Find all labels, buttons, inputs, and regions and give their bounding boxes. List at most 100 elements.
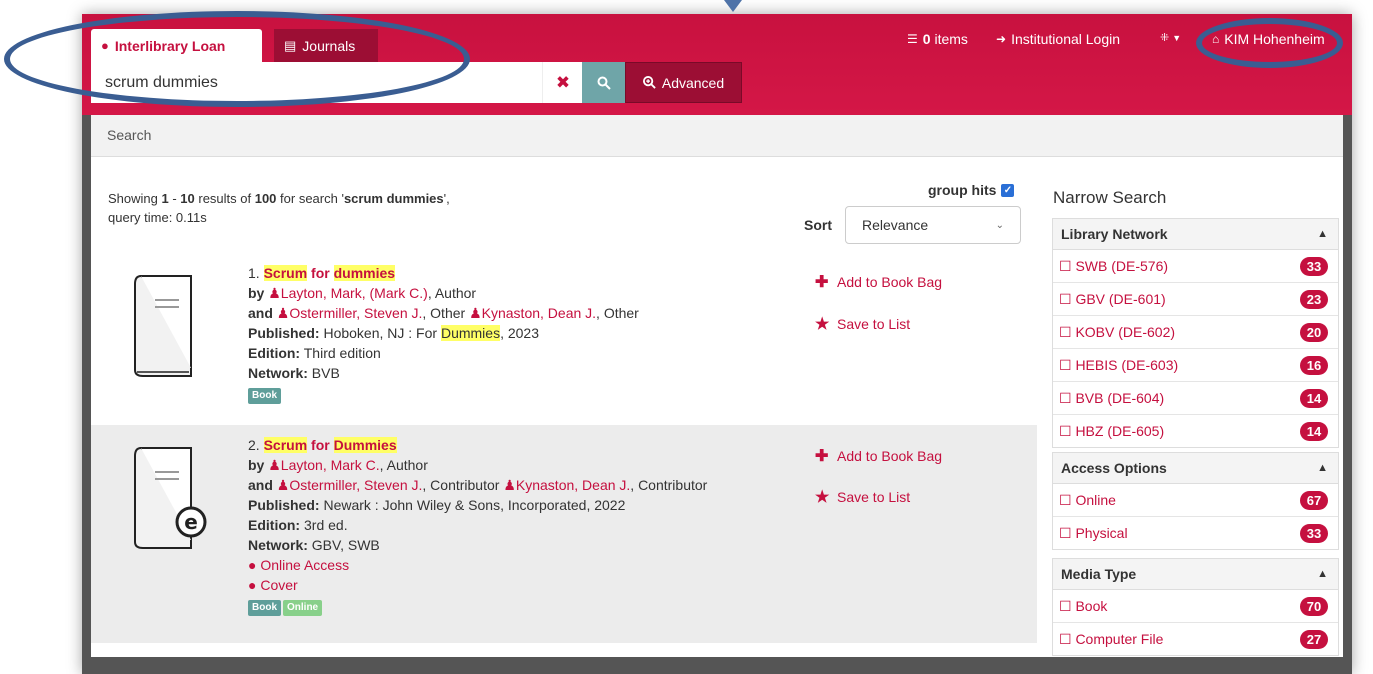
result-item-1: 1. Scrum for dummies by ♟Layton, Mark, (…: [248, 263, 793, 404]
save-to-list-button[interactable]: ★ Save to List: [815, 487, 910, 507]
save-to-list-button[interactable]: ★ Save to List: [815, 314, 910, 334]
author-role: , Author: [427, 285, 477, 301]
star-icon: ★: [815, 489, 830, 506]
result-item-2: 2. Scrum for Dummies by ♟Layton, Mark C.…: [248, 435, 808, 616]
list-icon: ☰: [907, 32, 918, 46]
facet-label: ☐ KOBV (DE-602): [1059, 323, 1176, 340]
facet-media-type: Media Type ▲ ☐ Book 70 ☐ Computer File 27: [1052, 558, 1339, 656]
chevron-down-icon: ⌄: [995, 219, 1004, 231]
edition-value: 3rd ed.: [300, 517, 348, 533]
and-label: and: [248, 477, 277, 493]
online-badge: Online: [283, 600, 323, 616]
narrow-search-title: Narrow Search: [1053, 188, 1167, 207]
facet-count: 27: [1300, 629, 1328, 649]
author-link[interactable]: ♟Kynaston, Dean J.: [469, 305, 596, 321]
title-part: dummies: [333, 265, 396, 281]
star-icon: ★: [815, 316, 830, 333]
facet-library-network: Library Network ▲ ☐ SWB (DE-576) 33 ☐ GBV…: [1052, 218, 1339, 448]
facet-label: ☐ HEBIS (DE-603): [1059, 356, 1179, 373]
author-name: Layton, Mark, (Mark C.): [280, 285, 428, 301]
author-role: , Contributor: [422, 477, 504, 493]
facet-title: Media Type: [1061, 566, 1137, 582]
facet-header[interactable]: Media Type ▲: [1053, 559, 1338, 590]
author-name: Ostermiller, Steven J.: [289, 305, 423, 321]
collapse-icon: ▲: [1317, 228, 1328, 240]
author-link[interactable]: ♟Ostermiller, Steven J.: [277, 305, 423, 321]
globe-icon: ●: [248, 577, 257, 593]
clear-search-button[interactable]: ✖: [542, 62, 583, 103]
action-label: Save to List: [837, 489, 911, 505]
language-dropdown[interactable]: ⁜ ▼: [1160, 31, 1181, 44]
author-link[interactable]: ♟Layton, Mark, (Mark C.): [268, 285, 428, 301]
published-value: Hoboken, NJ : For: [319, 325, 441, 341]
facet-item[interactable]: ☐ HEBIS (DE-603) 16: [1053, 349, 1338, 382]
author-link[interactable]: ♟Kynaston, Dean J.: [503, 477, 630, 493]
user-icon: ♟: [469, 305, 482, 321]
summary-text: ',: [443, 191, 450, 206]
user-icon: ♟: [276, 305, 290, 321]
facet-item[interactable]: ☐ Physical 33: [1053, 517, 1338, 549]
facet-item[interactable]: ☐ KOBV (DE-602) 20: [1053, 316, 1338, 349]
zoom-in-icon: [642, 76, 656, 89]
cover-label: Cover: [260, 577, 298, 593]
edition-label: Edition:: [248, 345, 301, 361]
title-part: for: [307, 437, 334, 453]
facet-item[interactable]: ☐ Book 70: [1053, 590, 1338, 623]
check-icon[interactable]: ✓: [1001, 183, 1015, 197]
facet-title: Library Network: [1061, 226, 1168, 242]
result-number: 1.: [248, 265, 260, 281]
user-icon: ♟: [503, 477, 516, 493]
facet-count: 23: [1300, 289, 1328, 309]
search-button[interactable]: [582, 62, 625, 103]
facet-item[interactable]: ☐ HBZ (DE-605) 14: [1053, 415, 1338, 447]
published-value: , 2023: [500, 325, 540, 341]
facet-count: 67: [1300, 490, 1328, 510]
facet-label: ☐ HBZ (DE-605): [1059, 422, 1165, 439]
advanced-search-button[interactable]: Advanced: [625, 62, 742, 103]
facet-header[interactable]: Library Network ▲: [1053, 219, 1338, 250]
facet-count: 33: [1300, 256, 1328, 276]
annotation-oval-library: [1196, 18, 1343, 68]
author-link[interactable]: ♟Ostermiller, Steven J.: [277, 477, 423, 493]
institutional-login-link[interactable]: ➜ Institutional Login: [996, 31, 1120, 47]
facet-count: 33: [1300, 523, 1328, 543]
sign-in-icon: ➜: [996, 32, 1007, 46]
breadcrumb-item[interactable]: Search: [107, 127, 151, 143]
author-link[interactable]: ♟Layton, Mark C.: [268, 457, 379, 473]
facet-header[interactable]: Access Options ▲: [1053, 453, 1338, 484]
action-label: Save to List: [837, 316, 911, 332]
facet-item[interactable]: ☐ SWB (DE-576) 33: [1053, 250, 1338, 283]
summary-text: results of: [194, 191, 255, 206]
add-to-book-bag-button[interactable]: ✚ Add to Book Bag: [815, 272, 942, 292]
facet-item[interactable]: ☐ BVB (DE-604) 14: [1053, 382, 1338, 415]
facet-item[interactable]: ☐ Online 67: [1053, 484, 1338, 517]
group-hits-label: group hits: [928, 182, 997, 198]
author-role: , Contributor: [630, 477, 708, 493]
facet-count: 16: [1300, 355, 1328, 375]
add-to-book-bag-button[interactable]: ✚ Add to Book Bag: [815, 446, 942, 466]
cover-link[interactable]: ● Cover: [248, 577, 298, 593]
facet-title: Access Options: [1061, 460, 1167, 476]
title-part: for: [307, 265, 334, 281]
facet-item[interactable]: ☐ Computer File 27: [1053, 623, 1338, 655]
items-count: 0: [922, 31, 931, 47]
facet-item[interactable]: ☐ GBV (DE-601) 23: [1053, 283, 1338, 316]
author-role: , Other: [596, 305, 639, 321]
svg-text:e: e: [184, 510, 198, 534]
format-badge: Book: [248, 600, 281, 616]
sort-select[interactable]: Relevance ⌄: [845, 206, 1021, 244]
facet-count: 20: [1300, 322, 1328, 342]
result-number: 2.: [248, 437, 260, 453]
result-title-link[interactable]: Scrum for dummies: [263, 265, 396, 281]
plus-icon: ✚: [815, 448, 829, 465]
author-name: Layton, Mark C.: [280, 457, 380, 473]
close-icon: ✖: [555, 72, 571, 92]
edition-value: Third edition: [300, 345, 381, 361]
online-access-label: Online Access: [260, 557, 350, 573]
online-access-link[interactable]: ● Online Access: [248, 557, 349, 573]
network-label: Network:: [248, 537, 308, 553]
group-hits-toggle[interactable]: group hits ✓: [928, 182, 1015, 198]
result-title-link[interactable]: Scrum for Dummies: [263, 437, 397, 453]
book-bag-link[interactable]: ☰ 0 items: [907, 31, 968, 47]
search-summary: Showing 1 - 10 results of 100 for search…: [108, 189, 578, 227]
